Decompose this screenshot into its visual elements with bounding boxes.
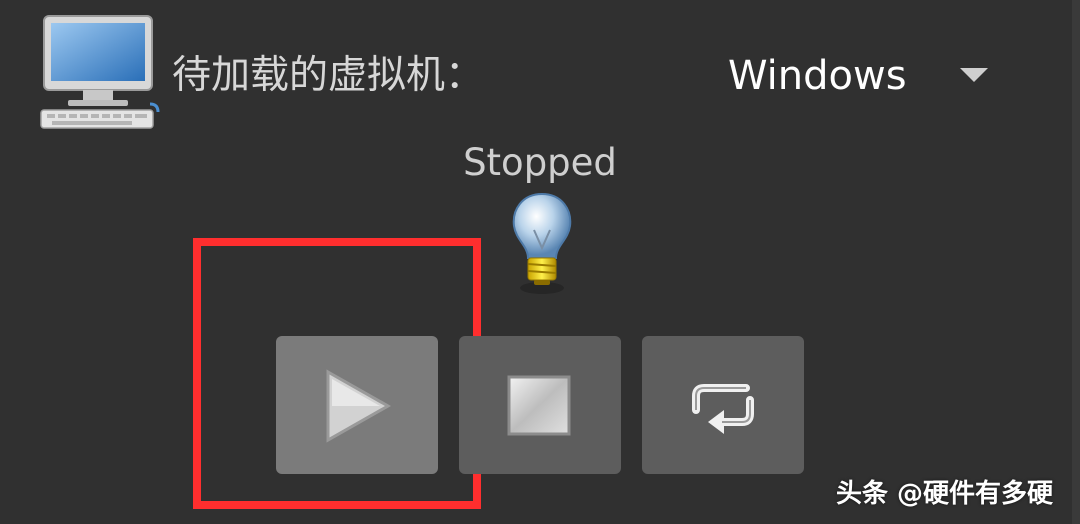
play-icon [326,369,392,443]
right-edge-bar [1072,0,1080,524]
stop-icon [507,375,571,436]
os-selected-value: Windows [728,53,907,99]
os-dropdown[interactable]: Windows [716,46,1006,106]
watermark: 头条 @硬件有多硬 [836,479,1054,509]
status-text: Stopped [463,141,617,184]
stop-button[interactable] [459,336,621,474]
computer-icon [38,14,160,132]
vm-label: 待加载的虚拟机： [172,53,485,98]
lightbulb-icon [506,190,578,300]
restart-icon [692,384,754,434]
dropdown-arrow-icon [960,68,988,82]
play-button[interactable] [276,336,438,474]
restart-button[interactable] [642,336,804,474]
